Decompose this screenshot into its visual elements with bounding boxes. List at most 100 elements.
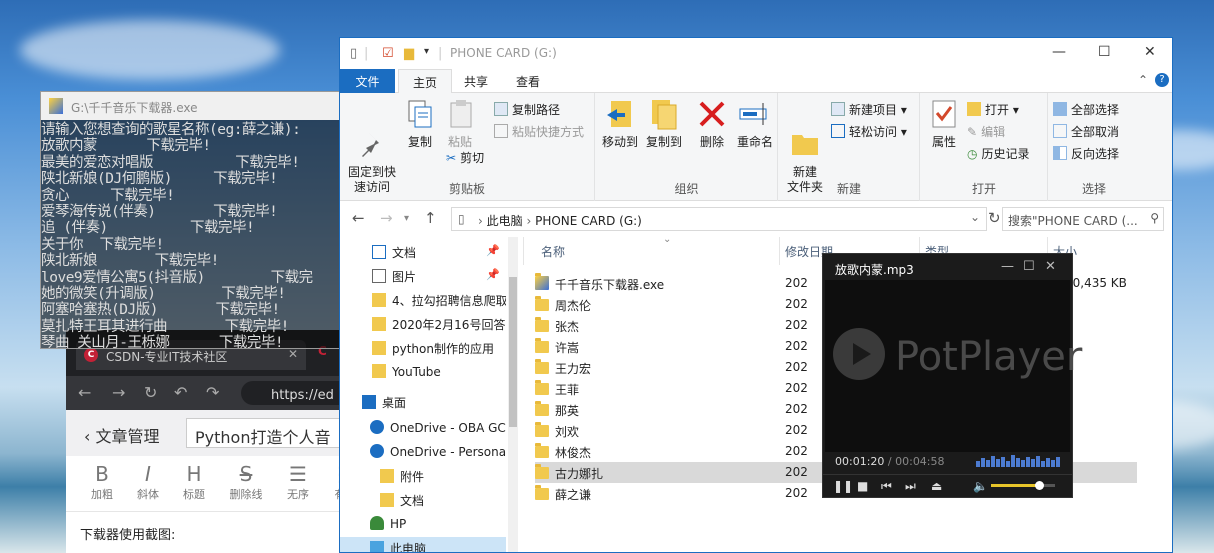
previous-icon[interactable]: ⏮ [881,479,892,494]
history-button[interactable]: ◷ 历史记录 [967,145,1030,162]
nav-item[interactable]: OneDrive - Personal [340,441,506,463]
eject-icon[interactable]: ⏏ [931,479,942,493]
browser-window: C CSDN-专业IT技术社区 ✕ C ← → ↻ ↶ ↷ https://ed… [66,330,366,553]
heading-button[interactable]: H 标题 [172,462,216,502]
nav-item[interactable]: 文档 📌 [340,241,506,263]
paste-button[interactable]: 粘贴 [442,97,478,150]
user-icon [370,516,384,530]
spectrum-visualizer [976,453,1062,467]
back-icon[interactable]: ← [78,383,91,402]
breadcrumb-current[interactable]: PHONE CARD (G:) [535,214,642,228]
copy-path-button[interactable]: 复制路径 [494,101,560,118]
breadcrumb-this-pc[interactable]: 此电脑 [487,214,523,228]
folder-icon [380,493,394,507]
minimize-icon[interactable]: — [1052,44,1066,60]
new-item-button[interactable]: 新建项目 ▾ [831,101,907,118]
cut-button[interactable]: ✂ 剪切 [446,149,484,166]
nav-scrollbar[interactable] [508,237,518,552]
close-icon[interactable]: ✕ [1045,259,1056,274]
maximize-icon[interactable]: ☐ [1023,259,1035,274]
undo-icon[interactable]: ↶ [174,383,187,402]
bold-button[interactable]: B 加粗 [80,462,124,502]
properties-button[interactable]: 属性 [927,97,961,150]
pause-icon[interactable]: ❚❚ [833,479,853,493]
volume-slider[interactable] [991,481,1055,490]
help-icon[interactable]: ? [1155,73,1169,87]
strikethrough-button[interactable]: S 删除线 [224,462,268,502]
strikethrough-icon: S [239,462,253,486]
nav-item[interactable]: 附件 [340,465,506,487]
forward-icon[interactable]: → [112,383,125,402]
address-bar[interactable]: ▯ › 此电脑 › PHONE CARD (G:) ⌄ [451,207,987,231]
new-folder-quick-icon[interactable]: ▆ [404,46,414,61]
unordered-list-button[interactable]: ☰ 无序 [276,462,320,502]
properties-quick-icon[interactable]: ☑ [382,46,394,61]
nav-item[interactable]: 图片 📌 [340,265,506,287]
recent-locations-icon[interactable]: ▾ [404,213,409,224]
article-manage-link[interactable]: ‹ 文章管理 [84,423,160,447]
select-none-button[interactable]: 全部取消 [1053,123,1119,140]
close-tab-icon[interactable]: ✕ [288,347,298,361]
edit-icon: ✎ [967,125,978,139]
copy-button[interactable]: 复制 [402,97,438,150]
back-icon[interactable]: ← [352,209,365,227]
nav-item[interactable]: 桌面 [340,391,506,413]
search-input[interactable]: 搜索"PHONE CARD (... ⚲ [1002,207,1164,231]
url-text: https://ed [271,388,334,403]
nav-item[interactable]: 文档 [340,489,506,511]
next-icon[interactable]: ⏭ [905,479,916,494]
editor-body[interactable]: 下载器使用截图: [66,512,366,553]
close-icon[interactable]: ✕ [1144,44,1156,60]
redo-icon[interactable]: ↷ [206,383,219,402]
italic-button[interactable]: I 斜体 [126,462,170,502]
console-line: 最美的爱恋对唱版 下载完毕! [41,154,300,171]
ribbon: 固定到快 速访问 复制 粘贴 复制路径 粘贴快捷方式 ✂ 剪切 剪贴板 移动到 复… [340,93,1172,201]
open-button[interactable]: 打开 ▾ [967,101,1019,118]
move-to-button[interactable]: 移动到 [600,97,640,150]
nav-item[interactable]: YouTube [340,361,506,383]
collapse-ribbon-icon[interactable]: ⌃ [1138,73,1148,87]
video-area[interactable]: PotPlayer [825,280,1082,452]
invert-selection-button[interactable]: 反向选择 [1053,145,1119,162]
nav-item[interactable]: 2020年2月16号回答问 [340,313,506,335]
copy-to-button[interactable]: 复制到 [644,97,684,150]
nav-item[interactable]: 4、拉勾招聘信息爬取 [340,289,506,311]
minimize-icon[interactable]: — [1001,259,1014,274]
delete-button[interactable]: 删除 [692,97,732,150]
nav-item[interactable]: OneDrive - OBA GC [340,417,506,439]
up-icon[interactable]: ↑ [424,209,437,227]
nav-item[interactable]: HP [340,513,506,535]
volume-icon[interactable]: 🔈 [973,479,988,493]
tab-file[interactable]: 文件 [340,69,395,93]
article-title-input[interactable]: Python打造个人音 [186,418,356,448]
nav-item[interactable]: python制作的应用 [340,337,506,359]
copy-icon [403,97,437,131]
edit-button[interactable]: ✎ 编辑 [967,123,1005,140]
paste-shortcut-button[interactable]: 粘贴快捷方式 [494,123,584,140]
spectrum-bar [1031,459,1035,467]
tab-home[interactable]: 主页 [398,69,453,94]
customize-quick-access-icon[interactable]: ▾ [424,46,429,57]
maximize-icon[interactable]: ☐ [1098,44,1111,60]
invert-selection-label: 反向选择 [1071,147,1120,161]
stop-icon[interactable]: ■ [857,479,868,493]
tab-view[interactable]: 查看 [502,69,554,93]
time-separator: / [884,455,896,468]
rename-button[interactable]: 重命名 [734,97,776,150]
file-size: 10,435 KB [1065,276,1127,290]
nav-item-label: 附件 [400,470,425,484]
select-all-button[interactable]: 全部选择 [1053,101,1119,118]
player-title: 放歌内蒙.mp3 [835,263,914,277]
console-line: 爱琴海传说(伴奏) 下载完毕! [41,204,278,221]
nav-scroll-thumb[interactable] [509,277,517,427]
volume-knob[interactable] [1035,481,1044,490]
address-dropdown-icon[interactable]: ⌄ [970,210,980,224]
forward-icon[interactable]: → [380,209,393,227]
tab-share[interactable]: 共享 [450,69,502,93]
column-name[interactable]: 名称 [541,243,565,260]
reload-icon[interactable]: ↻ [144,383,157,402]
refresh-icon[interactable]: ↻ [988,209,1001,227]
list-icon: ☰ [289,462,307,486]
nav-item[interactable]: 此电脑 [340,537,506,552]
easy-access-button[interactable]: 轻松访问 ▾ [831,123,907,140]
